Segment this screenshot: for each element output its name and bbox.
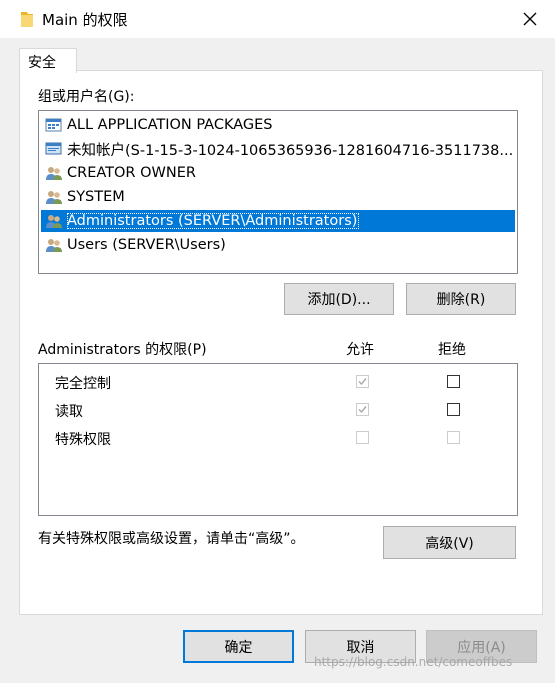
window-title: Main 的权限	[42, 11, 128, 29]
tab-security-label: 安全	[28, 55, 56, 71]
add-button[interactable]: 添加(D)...	[284, 283, 394, 315]
deny-header: 拒绝	[438, 342, 466, 358]
ok-button[interactable]: 确定	[183, 630, 294, 663]
list-item-selected[interactable]: Administrators (SERVER\Administrators)	[41, 210, 515, 232]
checkmark-icon	[358, 378, 367, 386]
allow-header: 允许	[346, 342, 374, 358]
group-name: 未知帐户(S-1-15-3-1024-1065365936-1281604716…	[67, 142, 514, 159]
groups-list[interactable]: ALL APPLICATION PACKAGES 未知帐户(S-1-15-3-1…	[38, 110, 518, 274]
group-name: ALL APPLICATION PACKAGES	[67, 117, 273, 133]
permissions-list: 完全控制 读取 特殊权限	[38, 363, 518, 516]
list-item[interactable]: 未知帐户(S-1-15-3-1024-1065365936-1281604716…	[41, 138, 515, 160]
app-packages-icon	[45, 118, 62, 132]
permissions-label: Administrators 的权限(P)	[38, 342, 207, 358]
group-name: Users (SERVER\Users)	[67, 237, 226, 253]
watermark: https://blog.csdn.net/comeoffbes	[314, 655, 513, 669]
group-name: SYSTEM	[67, 189, 125, 205]
deny-full-control-checkbox[interactable]	[447, 375, 460, 388]
permission-name: 完全控制	[55, 376, 111, 392]
close-icon	[523, 12, 537, 26]
group-name: CREATOR OWNER	[67, 165, 196, 181]
advanced-hint: 有关特殊权限或高级设置，请单击“高级”。	[38, 531, 305, 547]
list-item[interactable]: Users (SERVER\Users)	[41, 234, 515, 256]
permission-name: 读取	[55, 404, 83, 420]
remove-button[interactable]: 删除(R)	[406, 283, 516, 315]
allow-full-control-checkbox	[356, 375, 369, 388]
list-item[interactable]: SYSTEM	[41, 186, 515, 208]
tab-security[interactable]: 安全	[19, 48, 77, 73]
allow-read-checkbox	[356, 403, 369, 416]
permissions-dialog: Main 的权限 安全 组或用户名(G): ALL APPLICATION PA…	[0, 0, 555, 683]
users-group-icon	[46, 191, 62, 204]
checkmark-icon	[358, 406, 367, 414]
users-group-icon	[46, 239, 62, 252]
list-item[interactable]: CREATOR OWNER	[41, 162, 515, 184]
list-item[interactable]: ALL APPLICATION PACKAGES	[41, 114, 515, 136]
close-button[interactable]	[507, 0, 553, 38]
groups-label: 组或用户名(G):	[38, 89, 135, 105]
deny-read-checkbox[interactable]	[447, 403, 460, 416]
users-group-icon	[46, 215, 62, 228]
unknown-account-icon	[45, 142, 62, 155]
users-group-icon	[46, 167, 62, 180]
folder-icon	[21, 12, 33, 27]
permission-name: 特殊权限	[55, 432, 111, 448]
group-name: Administrators (SERVER\Administrators)	[67, 213, 360, 229]
allow-special-checkbox	[356, 431, 369, 444]
deny-special-checkbox	[447, 431, 460, 444]
advanced-button[interactable]: 高级(V)	[383, 526, 516, 559]
title-bar[interactable]: Main 的权限	[0, 0, 555, 38]
